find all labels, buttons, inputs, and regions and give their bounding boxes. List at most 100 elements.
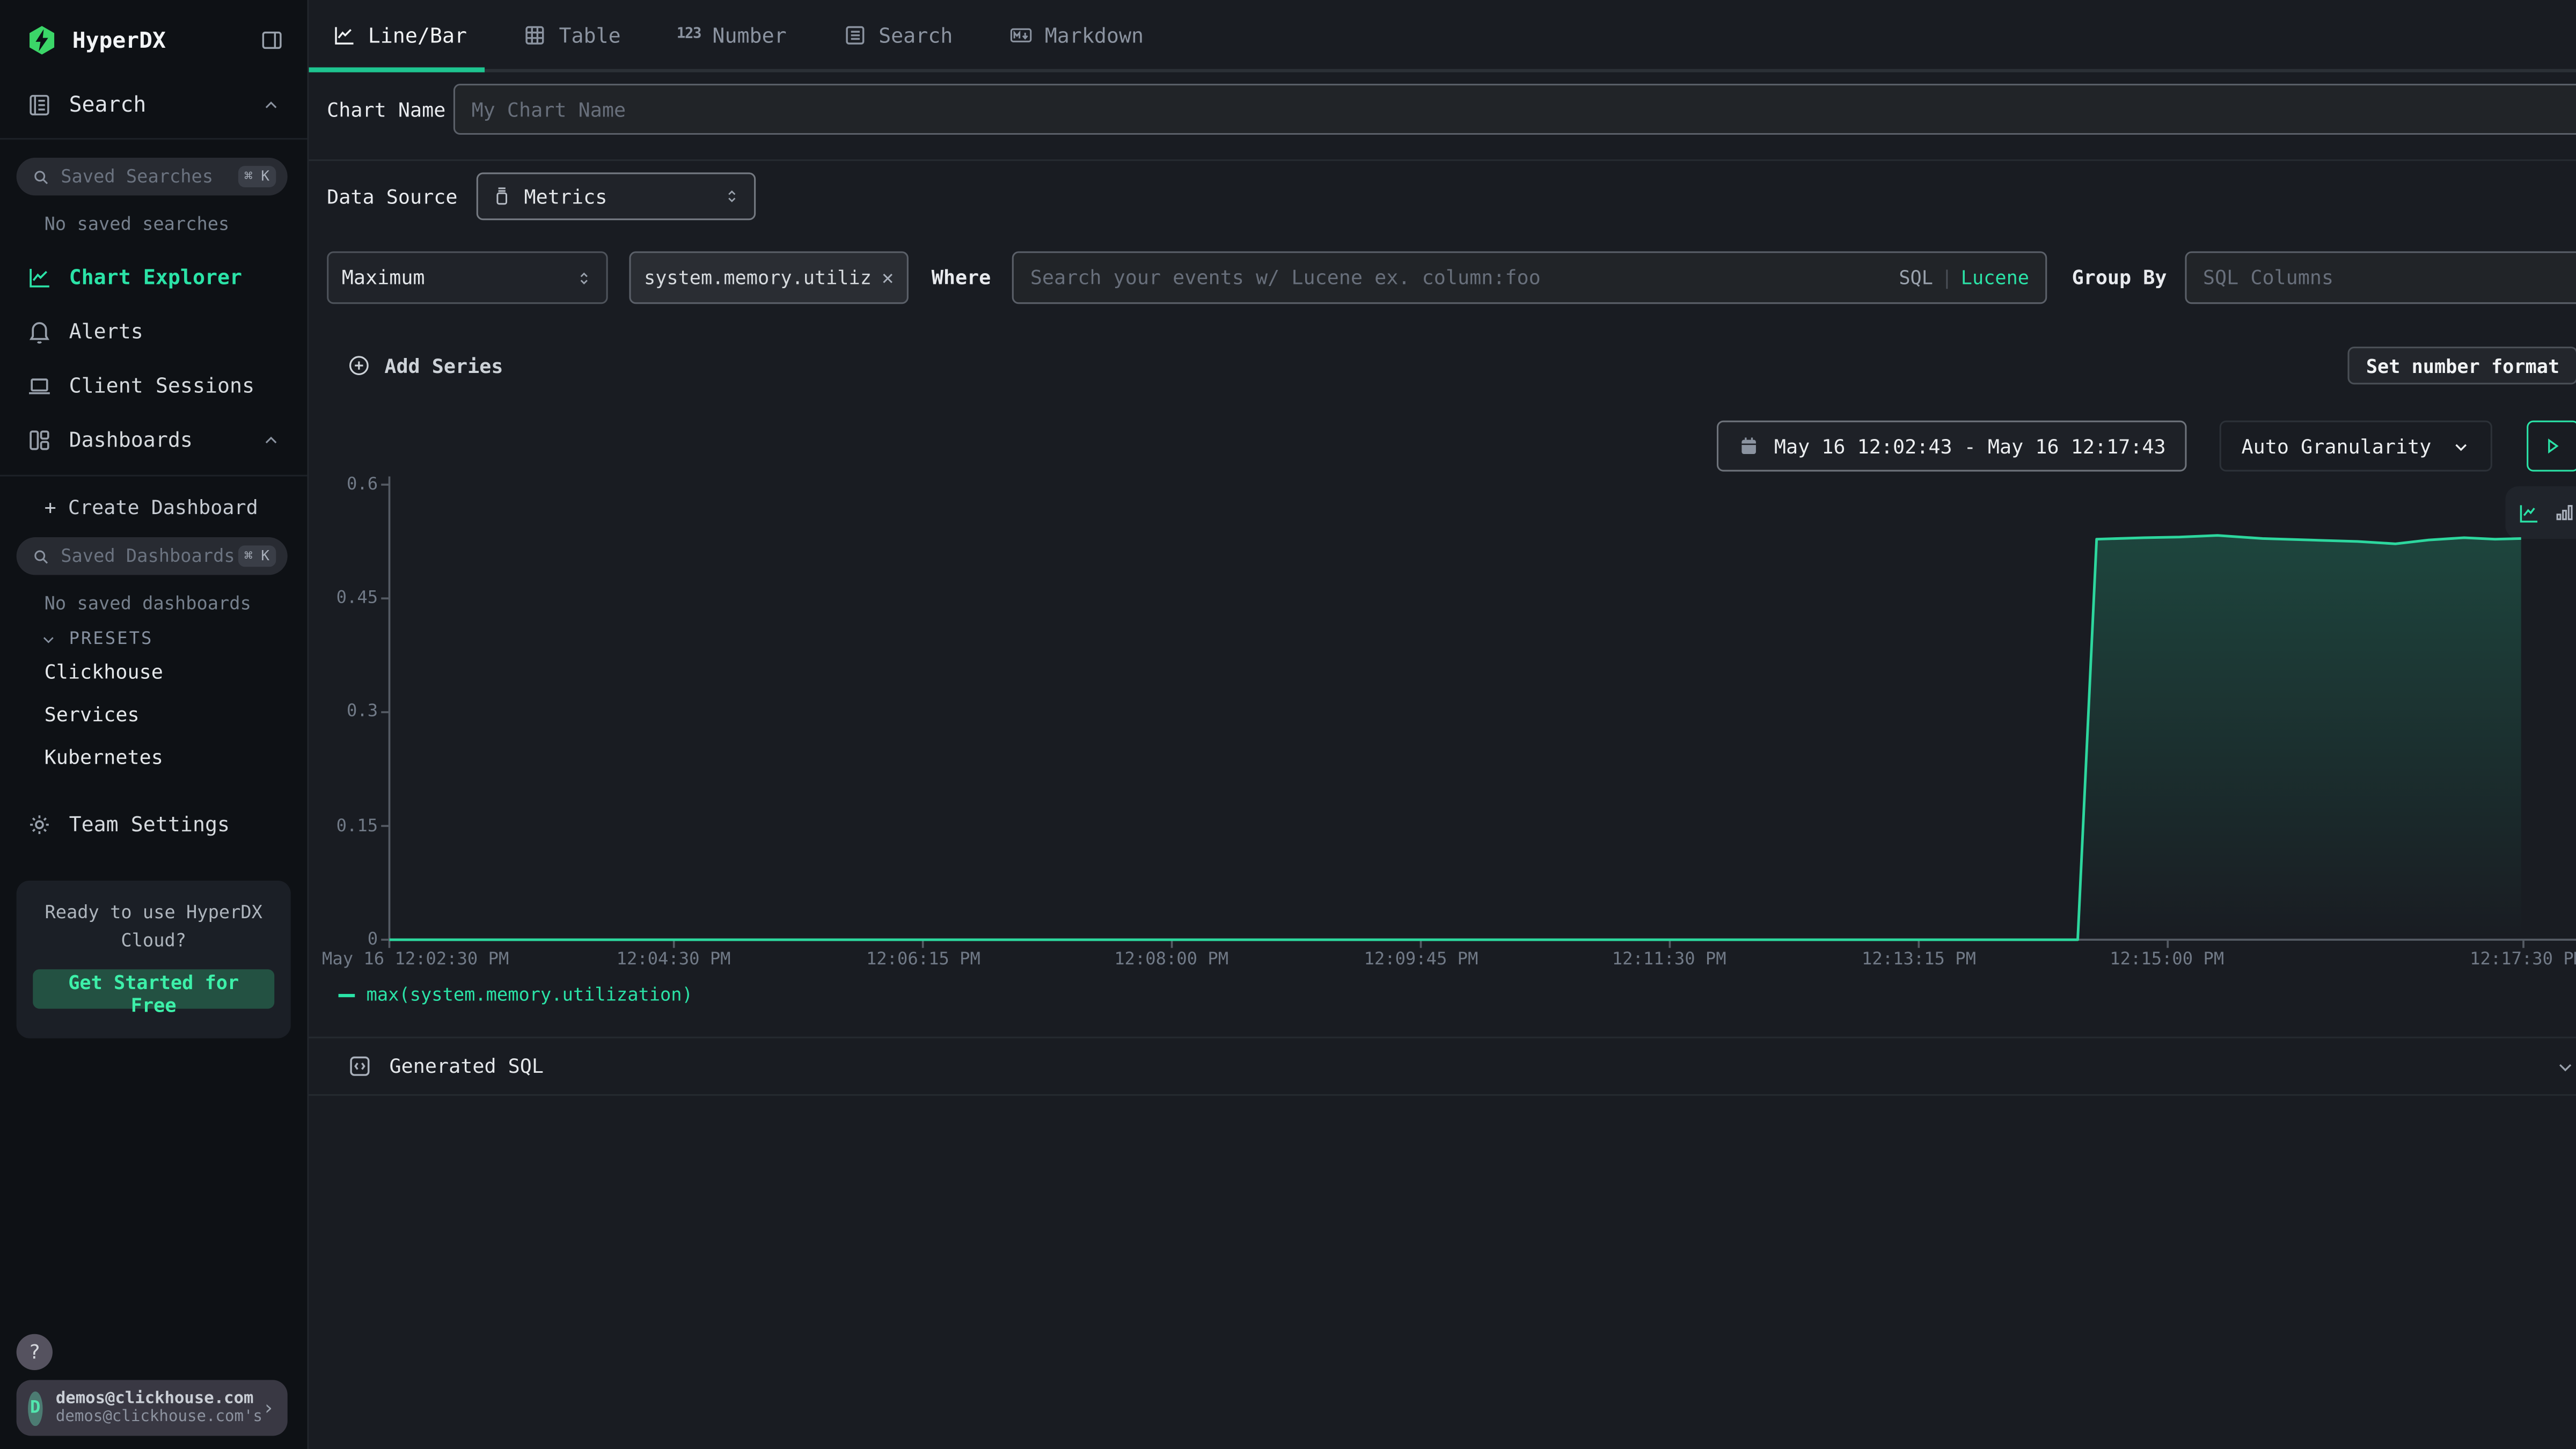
where-input[interactable]: Search your events w/ Lucene ex. column:… xyxy=(1012,251,2047,304)
sidebar-item-dashboards[interactable]: Dashboards xyxy=(0,412,307,466)
tab-number[interactable]: 123 Number xyxy=(672,0,792,69)
query-language-toggle[interactable]: SQL | Lucene xyxy=(1899,266,2029,289)
chart-name-input[interactable]: My Chart Name xyxy=(453,84,2576,135)
x-tick-label: 12:17:30 PM xyxy=(2470,949,2576,969)
sql-toggle-label[interactable]: SQL xyxy=(1899,266,1933,289)
toggle-separator: | xyxy=(1941,266,1952,289)
sidebar-item-alerts[interactable]: Alerts xyxy=(0,304,307,358)
select-updown-icon xyxy=(575,269,593,287)
tab-line-bar[interactable]: Line/Bar xyxy=(327,0,472,69)
sidebar-team-settings-label: Team Settings xyxy=(69,811,230,836)
series-actions-row: Add Series Set number format xyxy=(309,347,2576,384)
preset-item-services[interactable]: Services xyxy=(0,692,307,735)
data-source-value: Metrics xyxy=(524,185,608,208)
x-tick-label: 12:06:15 PM xyxy=(866,949,980,969)
lucene-toggle-label[interactable]: Lucene xyxy=(1961,266,2029,289)
create-dashboard-button[interactable]: + Create Dashboard xyxy=(0,477,307,519)
laptop-icon xyxy=(26,372,53,398)
sidebar-item-search[interactable]: Search xyxy=(0,76,307,140)
saved-dashboards-placeholder: Saved Dashboards xyxy=(61,545,238,567)
group-by-input[interactable]: SQL Columns xyxy=(2185,251,2576,304)
tab-markdown[interactable]: Markdown xyxy=(1004,0,1148,69)
where-label: Where xyxy=(932,266,991,289)
saved-searches-input[interactable]: Saved Searches ⌘ K xyxy=(17,158,288,195)
chart-name-label: Chart Name xyxy=(327,98,453,121)
chevron-up-icon xyxy=(261,96,281,115)
x-tick-label: 12:13:15 PM xyxy=(1862,949,1976,969)
tab-search-label: Search xyxy=(879,22,953,47)
sidebar-item-chart-explorer[interactable]: Chart Explorer xyxy=(0,250,307,304)
no-saved-dashboards-text: No saved dashboards xyxy=(0,575,307,614)
y-tick-label: 0.15 xyxy=(309,816,378,836)
avatar: D xyxy=(28,1391,42,1425)
sidebar-item-client-sessions[interactable]: Client Sessions xyxy=(0,358,307,412)
date-range-picker[interactable]: May 16 12:02:43 - May 16 12:17:43 xyxy=(1717,421,2187,472)
remove-metric-icon[interactable]: ✕ xyxy=(882,266,894,289)
database-icon xyxy=(491,186,513,207)
sidebar-client-sessions-label: Client Sessions xyxy=(69,373,255,398)
data-source-select[interactable]: Metrics xyxy=(477,172,756,220)
series-row: Maximum system.memory.utiliza ✕ Where Se… xyxy=(309,251,2576,304)
tab-markdown-label: Markdown xyxy=(1045,22,1144,47)
panel-collapse-icon xyxy=(260,28,284,53)
chart-type-tabs: Line/Bar Table 123 Number Search xyxy=(309,0,2576,72)
cloud-promo-text-line1: Ready to use HyperDX xyxy=(33,901,274,928)
granularity-value: Auto Granularity xyxy=(2242,435,2432,458)
code-icon xyxy=(347,1053,373,1079)
metric-tag[interactable]: system.memory.utiliza ✕ xyxy=(629,251,908,304)
number-123-icon: 123 xyxy=(677,26,701,43)
preset-item-kubernetes[interactable]: Kubernetes xyxy=(0,734,307,777)
presets-toggle[interactable]: PRESETS xyxy=(0,614,307,649)
saved-dashboards-shortcut: ⌘ K xyxy=(238,545,276,567)
chevron-down-icon xyxy=(2555,1056,2576,1077)
saved-searches-placeholder: Saved Searches xyxy=(61,166,238,187)
cloud-promo-card: Ready to use HyperDX Cloud? Get Started … xyxy=(17,881,291,1038)
markdown-icon xyxy=(1008,22,1033,47)
cloud-promo-text-line2: Cloud? xyxy=(33,927,274,955)
collapse-sidebar-button[interactable] xyxy=(260,28,284,53)
saved-searches-shortcut: ⌘ K xyxy=(238,166,276,187)
tab-search[interactable]: Search xyxy=(838,0,958,69)
tab-line-bar-label: Line/Bar xyxy=(368,22,467,47)
chevron-down-icon xyxy=(2451,436,2471,456)
gear-icon xyxy=(26,811,53,837)
plus-circle-icon xyxy=(347,353,371,378)
get-started-button[interactable]: Get Started for Free xyxy=(33,969,274,1008)
date-range-value: May 16 12:02:43 - May 16 12:17:43 xyxy=(1774,435,2166,458)
preset-item-clickhouse[interactable]: Clickhouse xyxy=(0,649,307,692)
timeseries-chart[interactable] xyxy=(309,472,2576,964)
dashboard-icon xyxy=(26,426,53,452)
metric-tag-label: system.memory.utiliza xyxy=(644,266,870,289)
generated-sql-label: Generated SQL xyxy=(390,1055,2555,1078)
sidebar-item-team-settings[interactable]: Team Settings xyxy=(0,797,307,851)
chevron-down-icon xyxy=(39,630,57,648)
where-placeholder: Search your events w/ Lucene ex. column:… xyxy=(1030,266,1541,289)
tab-number-label: Number xyxy=(712,22,786,47)
data-source-label: Data Source xyxy=(327,185,477,208)
chart-controls-row: May 16 12:02:43 - May 16 12:17:43 Auto G… xyxy=(309,421,2576,472)
add-series-label: Add Series xyxy=(384,354,503,377)
table-icon xyxy=(523,22,547,47)
set-number-format-button[interactable]: Set number format xyxy=(2348,347,2576,384)
tab-table[interactable]: Table xyxy=(518,0,626,69)
bell-icon xyxy=(26,318,53,344)
y-tick-label: 0.6 xyxy=(309,475,378,495)
run-query-button[interactable] xyxy=(2527,421,2576,472)
account-info: demos@clickhouse.com demos@clickhouse.co… xyxy=(56,1390,262,1426)
granularity-select[interactable]: Auto Granularity xyxy=(2220,421,2492,472)
chart-name-row: Chart Name My Chart Name xyxy=(309,84,2576,135)
chevron-right-icon: › xyxy=(262,1396,274,1419)
list-icon xyxy=(843,22,867,47)
x-tick-label: 12:15:00 PM xyxy=(2110,949,2224,969)
legend-series-label: max(system.memory.utilization) xyxy=(367,984,693,1006)
saved-dashboards-input[interactable]: Saved Dashboards ⌘ K xyxy=(17,537,288,575)
aggregation-select[interactable]: Maximum xyxy=(327,251,608,304)
add-series-button[interactable]: Add Series xyxy=(347,353,503,378)
main-panel: Line/Bar Table 123 Number Search xyxy=(309,0,2576,1449)
line-chart-icon xyxy=(332,22,356,47)
help-button[interactable]: ? xyxy=(17,1334,53,1370)
account-menu[interactable]: D demos@clickhouse.com demos@clickhouse.… xyxy=(17,1380,288,1436)
sidebar: HyperDX Search Saved Searches ⌘ K xyxy=(0,0,309,1449)
group-by-label: Group By xyxy=(2072,266,2167,289)
generated-sql-toggle[interactable]: Generated SQL xyxy=(309,1037,2576,1096)
